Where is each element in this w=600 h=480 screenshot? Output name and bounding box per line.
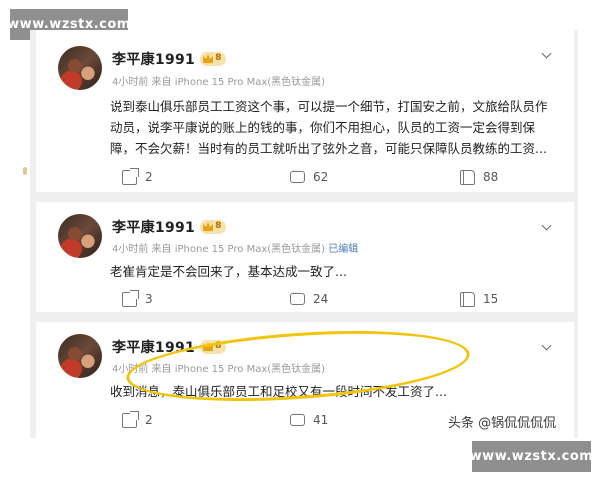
chevron-down-icon[interactable] bbox=[542, 342, 552, 352]
vip-badge-icon: 8 bbox=[200, 52, 227, 66]
repost-button[interactable]: 2 bbox=[122, 410, 153, 430]
username[interactable]: 李平康1991 bbox=[112, 52, 195, 68]
post-card: 李平康1991 8 4小时前 来自 iPhone 15 Pro Max(黑色钛金属… bbox=[36, 202, 574, 312]
comment-count: 41 bbox=[313, 413, 329, 427]
comment-button[interactable]: 62 bbox=[290, 167, 328, 187]
repost-button[interactable]: 2 bbox=[122, 167, 153, 187]
comment-count: 24 bbox=[313, 292, 329, 306]
comment-button[interactable]: 24 bbox=[290, 289, 328, 309]
repost-button[interactable]: 3 bbox=[122, 289, 153, 309]
vip-badge-icon: 8 bbox=[200, 220, 227, 234]
comment-count: 62 bbox=[313, 170, 329, 184]
comment-icon bbox=[290, 410, 305, 426]
comment-icon bbox=[290, 167, 305, 183]
comment-icon bbox=[290, 289, 305, 305]
share-icon bbox=[122, 289, 139, 307]
post-meta: 4小时前 来自 iPhone 15 Pro Max(黑色钛金属) 已编辑 bbox=[112, 240, 358, 255]
author-tag: 头条 @锅侃侃侃侃 bbox=[448, 416, 557, 431]
thumbs-up-icon bbox=[460, 291, 475, 307]
repost-count: 3 bbox=[145, 292, 153, 306]
post-meta: 4小时前 来自 iPhone 15 Pro Max(黑色钛金属) bbox=[112, 73, 325, 88]
avatar[interactable] bbox=[58, 46, 102, 90]
decorative-dot bbox=[23, 167, 27, 175]
avatar[interactable] bbox=[58, 214, 102, 258]
share-icon bbox=[122, 167, 139, 185]
thumbs-up-icon bbox=[460, 169, 475, 185]
post-meta-text: 4小时前 来自 iPhone 15 Pro Max(黑色钛金属) bbox=[112, 244, 326, 255]
repost-count: 2 bbox=[145, 413, 153, 427]
post-text: 说到泰山俱乐部员工工资这个事，可以提一个细节，打国安之前，文旅给队员作动员，说李… bbox=[110, 99, 548, 156]
post-author[interactable]: 李平康1991 8 bbox=[112, 217, 227, 237]
crown-icon bbox=[203, 222, 214, 231]
edited-link[interactable]: 已编辑 bbox=[328, 244, 358, 255]
post-author[interactable]: 李平康1991 8 bbox=[112, 49, 227, 69]
like-count: 88 bbox=[483, 170, 499, 184]
watermark-text: www.wzstx.com bbox=[469, 449, 594, 464]
repost-count: 2 bbox=[145, 170, 153, 184]
username[interactable]: 李平康1991 bbox=[112, 220, 195, 236]
chevron-down-icon[interactable] bbox=[542, 50, 552, 60]
chevron-down-icon[interactable] bbox=[542, 222, 552, 232]
watermark-bottom: www.wzstx.com bbox=[469, 441, 594, 472]
post-card: 李平康1991 8 4小时前 来自 iPhone 15 Pro Max(黑色钛金属… bbox=[36, 30, 574, 192]
post-meta-text: 4小时前 来自 iPhone 15 Pro Max(黑色钛金属) bbox=[112, 77, 326, 88]
share-icon bbox=[122, 410, 139, 428]
post-actions: 3 24 15 bbox=[36, 289, 574, 309]
like-count: 15 bbox=[483, 292, 499, 306]
post-actions: 2 62 88 bbox=[36, 167, 574, 187]
like-button[interactable]: 88 bbox=[460, 167, 498, 187]
like-button[interactable]: 15 bbox=[460, 289, 498, 309]
avatar[interactable] bbox=[58, 334, 102, 378]
post-text: 老崔肯定是不会回来了，基本达成一致了... bbox=[110, 264, 347, 279]
vip-level: 8 bbox=[215, 53, 222, 63]
comment-button[interactable]: 41 bbox=[290, 410, 328, 430]
vip-level: 8 bbox=[215, 221, 222, 231]
crown-icon bbox=[203, 54, 214, 63]
